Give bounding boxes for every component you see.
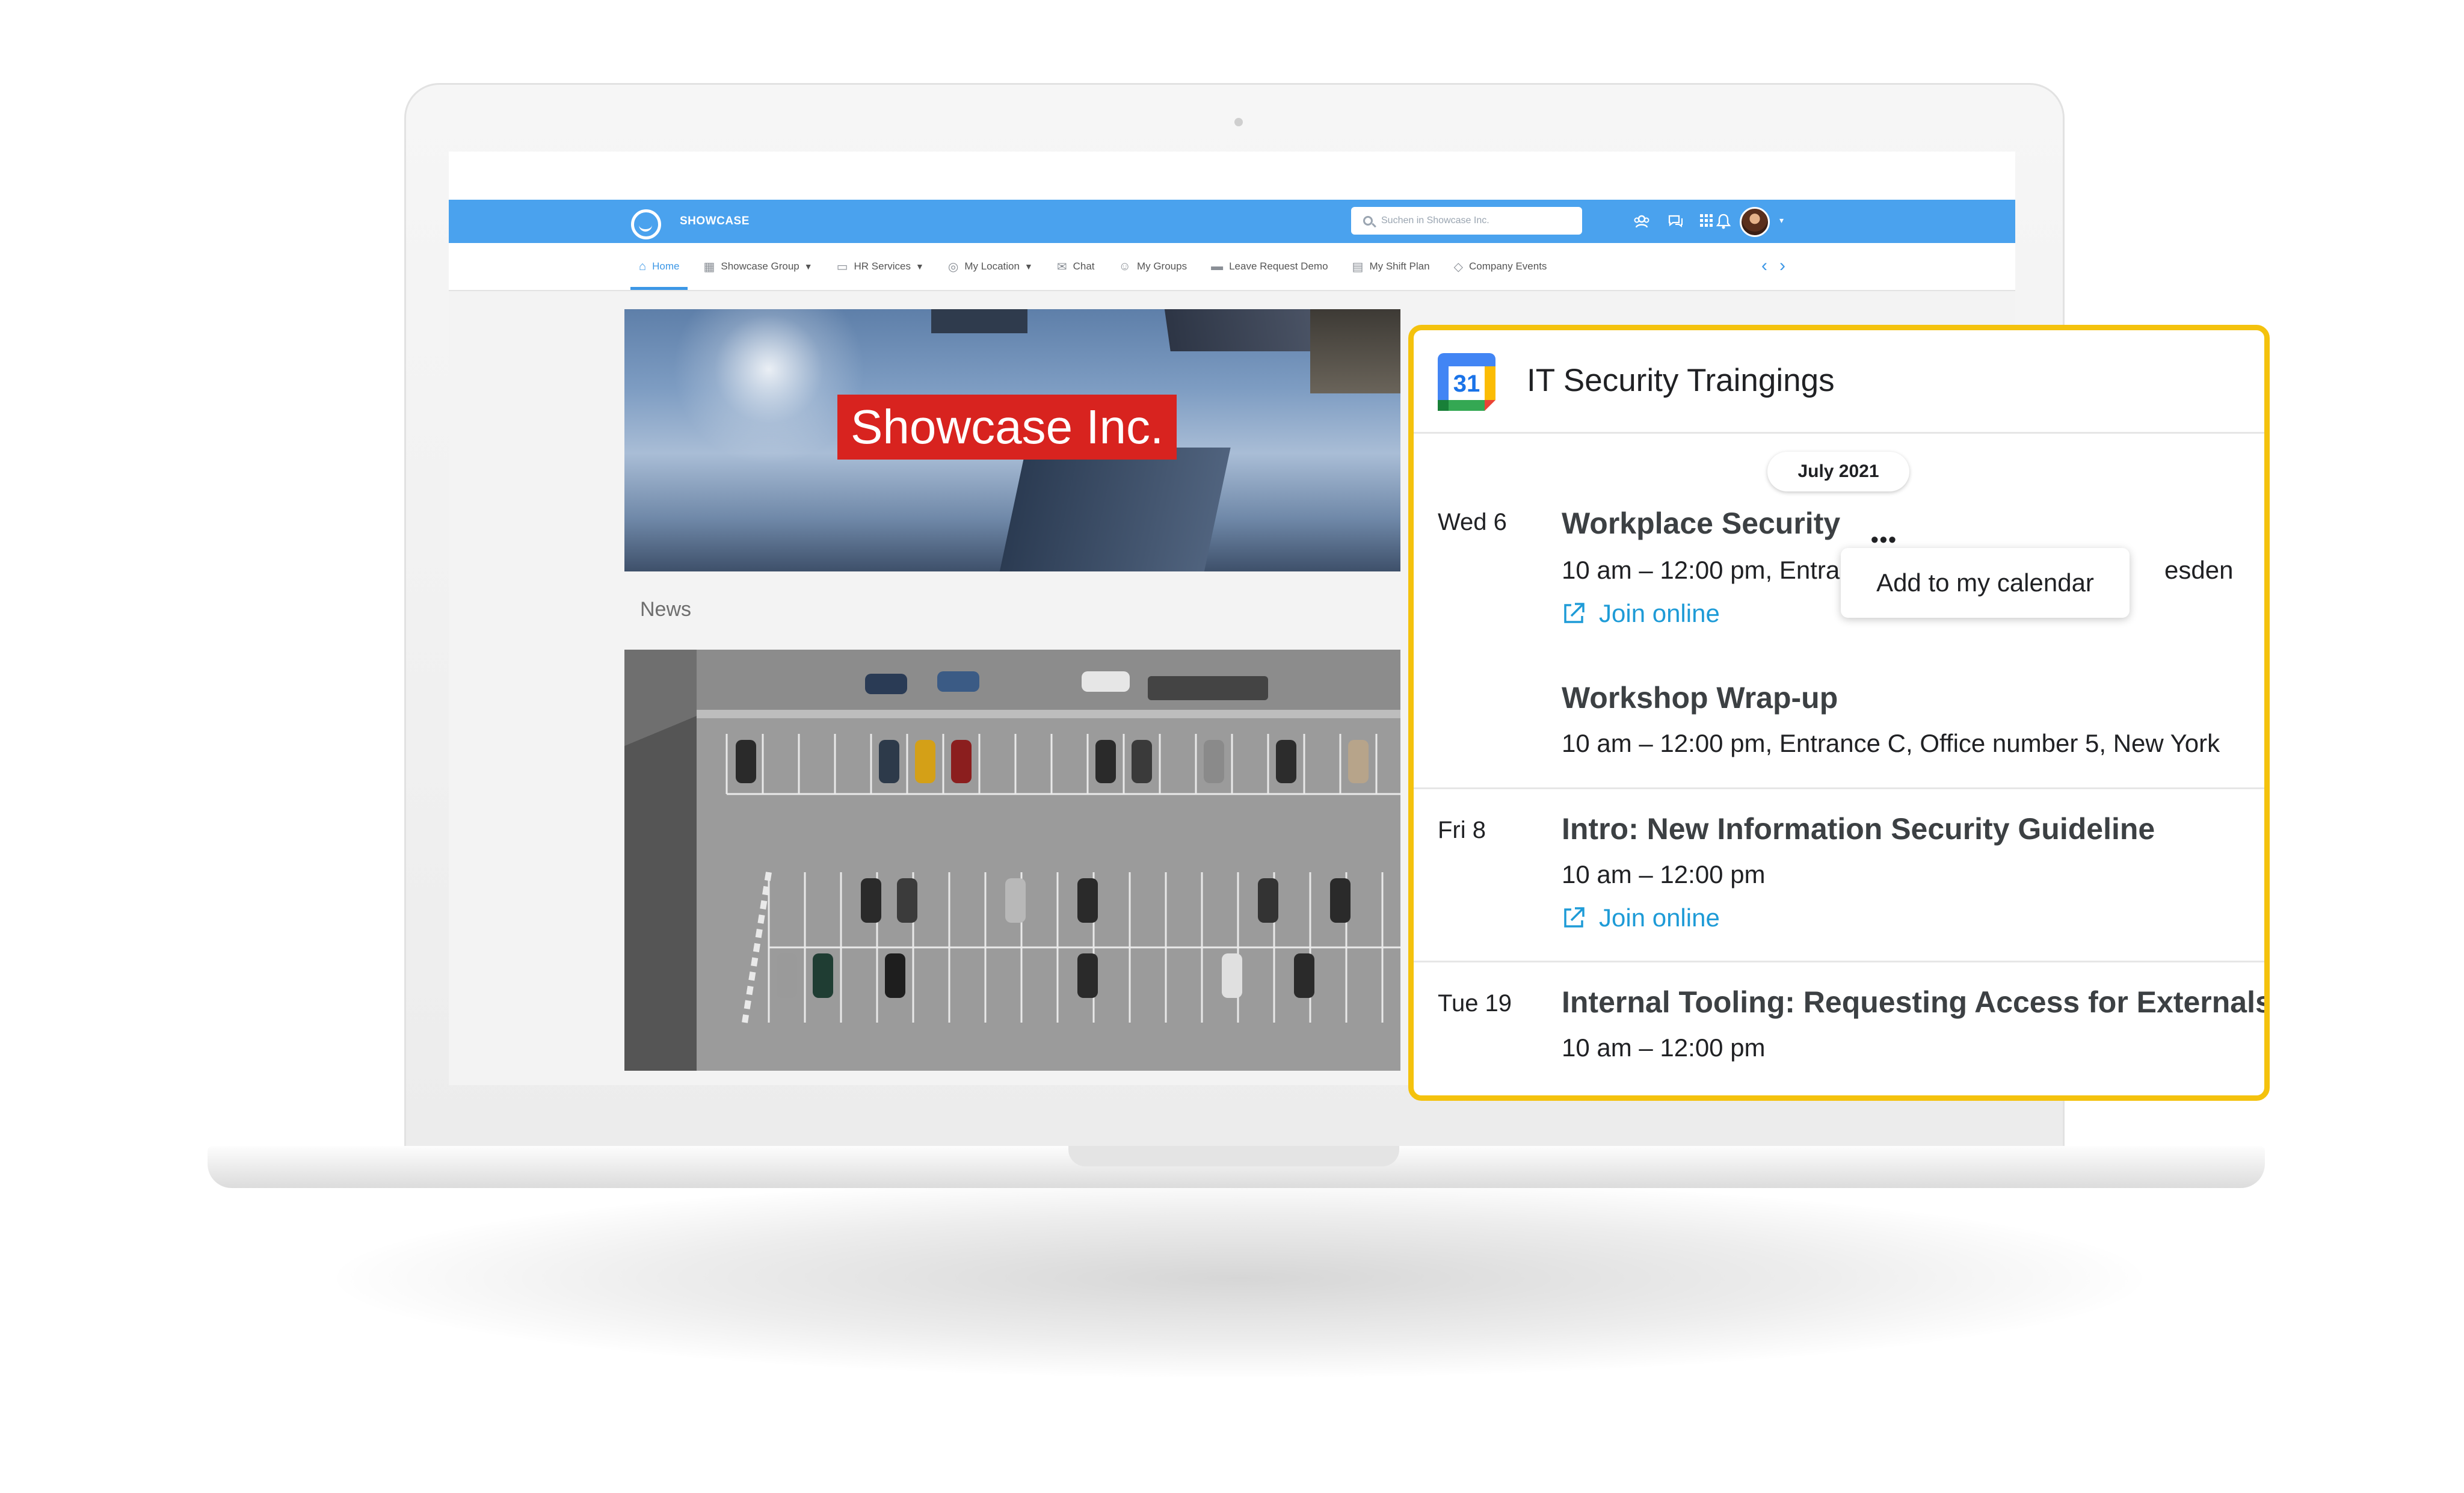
event-title[interactable]: Internal Tooling: Requesting Access for …	[1562, 984, 2264, 1021]
widget-title: IT Security Traingings	[1527, 363, 1835, 398]
day-divider	[1414, 961, 2264, 962]
event-detail: 10 am – 12:00 pm, Entra	[1562, 556, 1840, 584]
brand-name[interactable]: SHOWCASE	[680, 213, 750, 230]
event-title[interactable]: Workplace Security	[1562, 505, 1840, 542]
stage: SHOWCASE ▾ ⌂	[0, 0, 2464, 1493]
inbox-icon: ▬	[1211, 259, 1224, 273]
nav-label: My Shift Plan	[1369, 260, 1430, 272]
event-title[interactable]: Intro: New Information Security Guidelin…	[1562, 810, 2155, 848]
parking-lot-image	[624, 650, 1400, 1071]
caret-down-icon: ▼	[916, 262, 924, 271]
nav-item-my-groups[interactable]: ☺ My Groups	[1107, 243, 1200, 290]
folder-icon: ▭	[836, 260, 848, 274]
calendar-widget: 31 IT Security Traingings July 2021 Wed …	[1408, 325, 2270, 1101]
calendar-icon: ▤	[1352, 260, 1364, 274]
groups-icon: ☺	[1118, 259, 1131, 273]
news-image[interactable]	[624, 650, 1400, 1071]
caret-down-icon: ▼	[1024, 262, 1033, 271]
event-detail-tail: esden	[2164, 556, 2234, 584]
camera-dot	[1234, 118, 1243, 126]
logo-icon[interactable]	[631, 209, 661, 239]
hero-building	[993, 448, 1231, 571]
bell-icon[interactable]	[1714, 213, 1732, 234]
nav-item-leave-request-demo[interactable]: ▬ Leave Request Demo	[1199, 243, 1340, 290]
chat-icon: ✉	[1056, 260, 1067, 274]
globe-icon: ◎	[947, 260, 959, 274]
nav-item-my-shift-plan[interactable]: ▤ My Shift Plan	[1340, 243, 1442, 290]
browser-top-area	[449, 152, 2015, 200]
nav-label: Chat	[1073, 260, 1095, 272]
nav-item-my-location[interactable]: ◎ My Location ▼	[936, 243, 1045, 290]
nav-item-showcase-group[interactable]: ▦ Showcase Group ▼	[691, 243, 824, 290]
news-heading: News	[640, 598, 692, 621]
hero-building	[1310, 309, 1400, 393]
chat-icon[interactable]	[1666, 213, 1684, 234]
nav-item-hr-services[interactable]: ▭ HR Services ▼	[825, 243, 936, 290]
laptop-notch	[1068, 1146, 1399, 1166]
main-nav: ⌂ Home ▦ Showcase Group ▼ ▭ HR Services …	[449, 243, 2015, 291]
hero-title: Showcase Inc.	[837, 395, 1177, 460]
event-detail: 10 am – 12:00 pm, Entrance C, Office num…	[1562, 729, 2220, 757]
more-options-icon[interactable]: •••	[1871, 529, 1897, 550]
caret-down-icon: ▼	[804, 262, 813, 271]
hero-sunlight	[673, 309, 865, 466]
widget-header: 31 IT Security Traingings	[1414, 330, 2264, 434]
join-online-label: Join online	[1599, 903, 1720, 932]
main-content: Showcase Inc. News	[624, 309, 1400, 1085]
apps-grid-icon[interactable]	[1698, 213, 1716, 233]
nav-label: My Location	[964, 260, 1020, 272]
chevron-down-icon[interactable]: ▾	[1779, 215, 1784, 226]
app-header: SHOWCASE ▾	[449, 200, 2015, 243]
nav-items: ⌂ Home ▦ Showcase Group ▼ ▭ HR Services …	[627, 243, 1559, 290]
nav-scroll-arrows: ‹ ›	[1761, 256, 1785, 276]
home-icon: ⌂	[639, 259, 647, 273]
search-icon	[1363, 216, 1373, 226]
external-link-icon	[1564, 907, 1585, 928]
day-label: Tue 19	[1438, 990, 1512, 1017]
nav-item-chat[interactable]: ✉ Chat	[1045, 243, 1107, 290]
hero-banner[interactable]: Showcase Inc.	[624, 309, 1400, 571]
search-box[interactable]	[1351, 207, 1582, 235]
external-link-icon	[1564, 603, 1585, 623]
chevron-left-icon[interactable]: ‹	[1761, 256, 1767, 276]
nav-label: Home	[652, 260, 680, 272]
google-calendar-icon: 31	[1438, 353, 1495, 411]
add-to-calendar-menu-item[interactable]: Add to my calendar	[1841, 548, 2130, 618]
building-icon: ▦	[703, 260, 715, 274]
laptop-shadow	[337, 1179, 2142, 1378]
nav-label: Showcase Group	[721, 260, 799, 272]
avatar[interactable]	[1740, 207, 1770, 237]
nav-label: HR Services	[854, 260, 911, 272]
event-detail: 10 am – 12:00 pm	[1562, 860, 1766, 888]
hero-building	[1161, 309, 1327, 351]
join-online-link[interactable]: Join online	[1562, 597, 1720, 630]
day-label: Wed 6	[1438, 509, 1507, 535]
event-title[interactable]: Workshop Wrap-up	[1562, 679, 1838, 716]
day-divider	[1414, 787, 2264, 789]
chevron-right-icon[interactable]: ›	[1779, 256, 1785, 276]
search-input[interactable]	[1381, 215, 1562, 226]
groups-icon[interactable]	[1633, 213, 1651, 234]
nav-label: Company Events	[1468, 260, 1547, 272]
nav-item-company-events[interactable]: ◇ Company Events	[1442, 243, 1559, 290]
calendar-icon-number: 31	[1453, 371, 1480, 397]
day-label: Fri 8	[1438, 817, 1486, 843]
nav-label: Leave Request Demo	[1229, 260, 1328, 272]
join-online-label: Join online	[1599, 599, 1720, 627]
nav-item-home[interactable]: ⌂ Home	[627, 243, 691, 290]
event-detail: 10 am – 12:00 pm	[1562, 1033, 1766, 1062]
month-chip: July 2021	[1767, 452, 1909, 491]
nav-label: My Groups	[1136, 260, 1187, 272]
join-online-link[interactable]: Join online	[1562, 902, 1720, 934]
tag-icon: ◇	[1453, 260, 1463, 274]
hero-building	[931, 309, 1027, 333]
